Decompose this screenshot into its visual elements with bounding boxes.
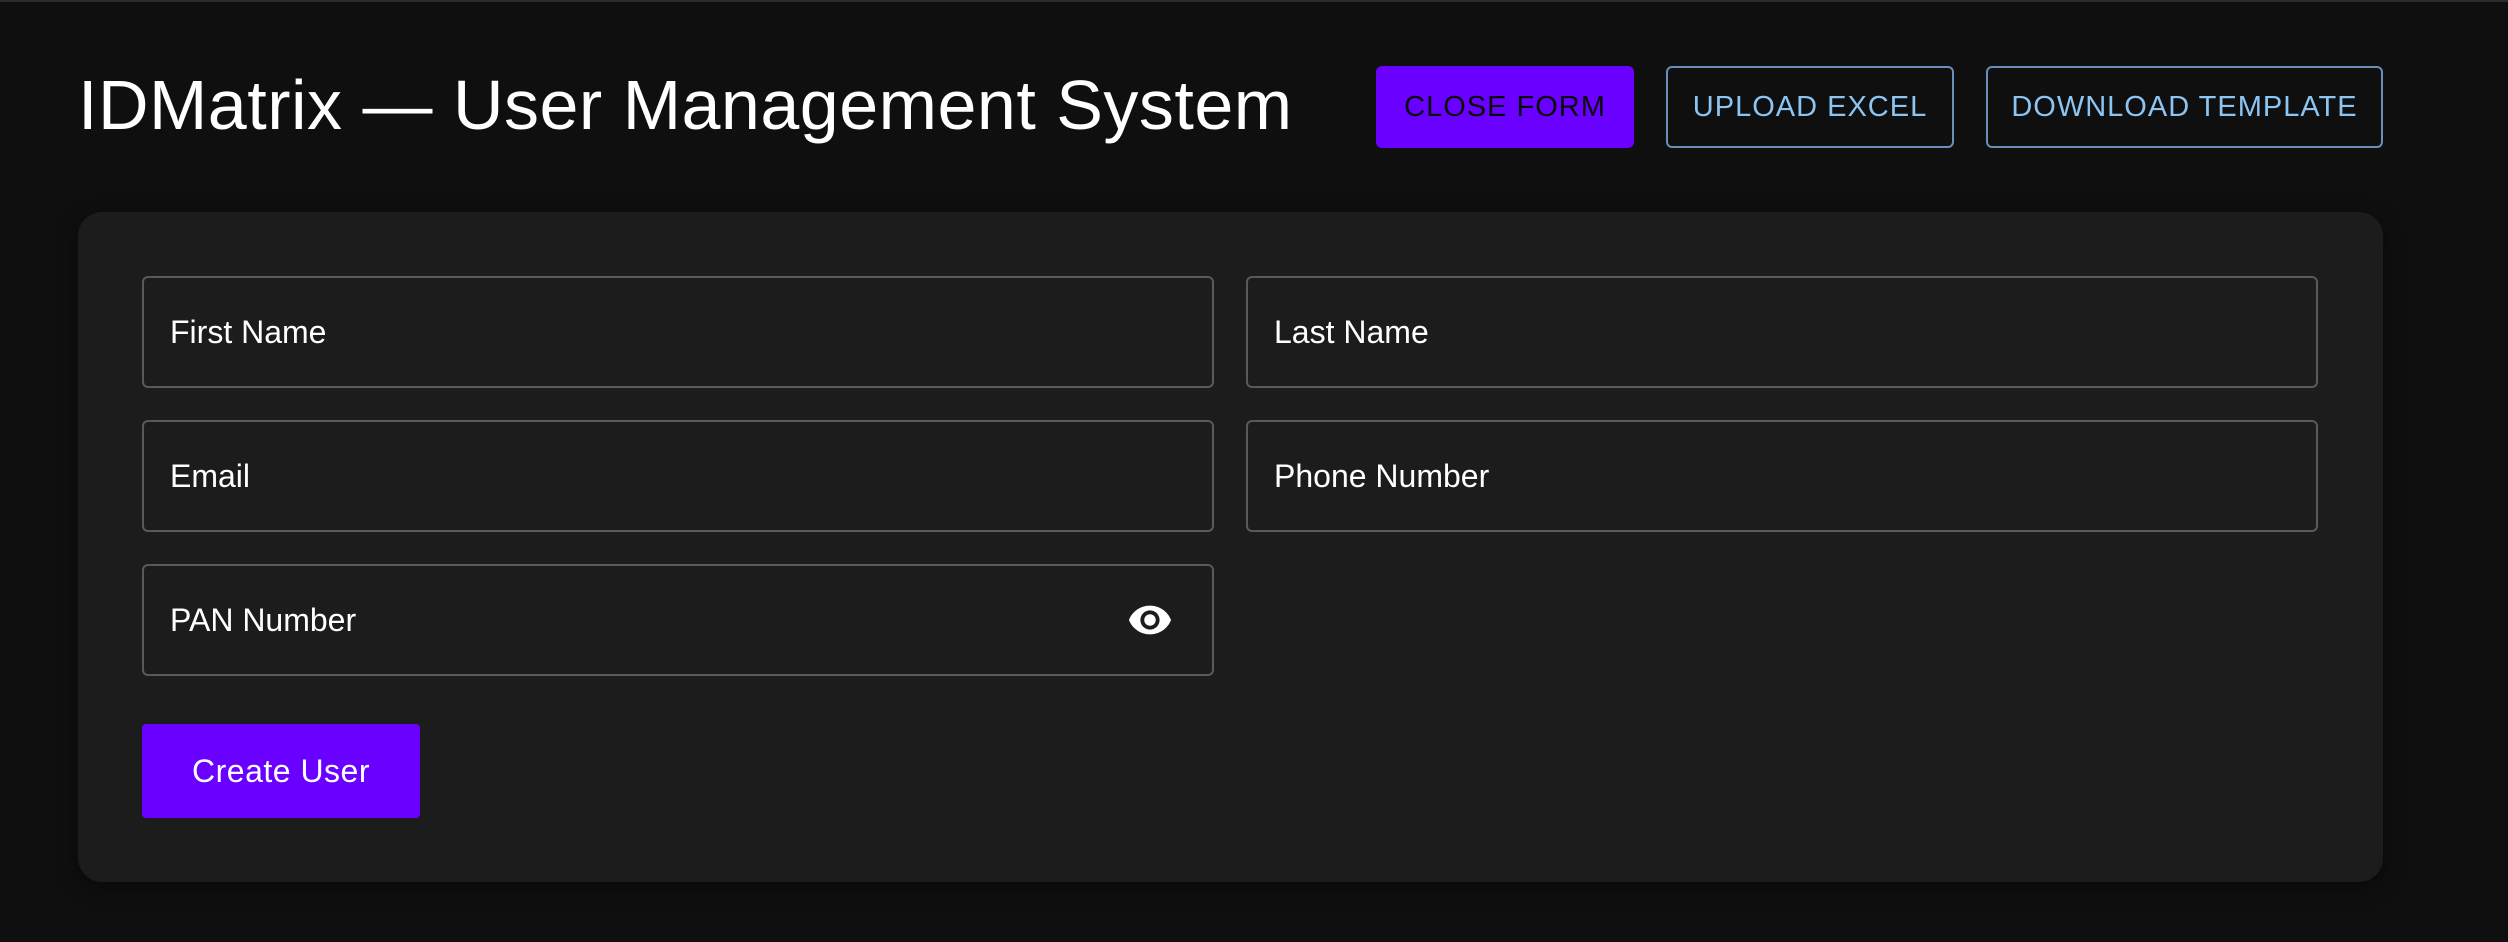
first-name-field: [142, 276, 1214, 388]
window-top-border: [0, 0, 2508, 2]
phone-number-field: [1246, 420, 2318, 532]
upload-excel-button[interactable]: UPLOAD EXCEL: [1666, 66, 1954, 148]
last-name-input[interactable]: [1248, 278, 2316, 386]
download-template-button[interactable]: DOWNLOAD TEMPLATE: [1986, 66, 2383, 148]
pan-number-field: [142, 564, 1214, 676]
phone-number-input[interactable]: [1248, 422, 2316, 530]
first-name-input[interactable]: [144, 278, 1212, 386]
last-name-field: [1246, 276, 2318, 388]
email-field: [142, 420, 1214, 532]
create-user-button[interactable]: Create User: [142, 724, 420, 818]
page-title: IDMatrix — User Management System: [78, 66, 1293, 144]
close-form-button[interactable]: CLOSE FORM: [1376, 66, 1634, 148]
email-input[interactable]: [144, 422, 1212, 530]
eye-icon[interactable]: [1126, 596, 1174, 644]
pan-number-input[interactable]: [144, 566, 1212, 674]
user-form-card: Create User: [78, 212, 2383, 882]
